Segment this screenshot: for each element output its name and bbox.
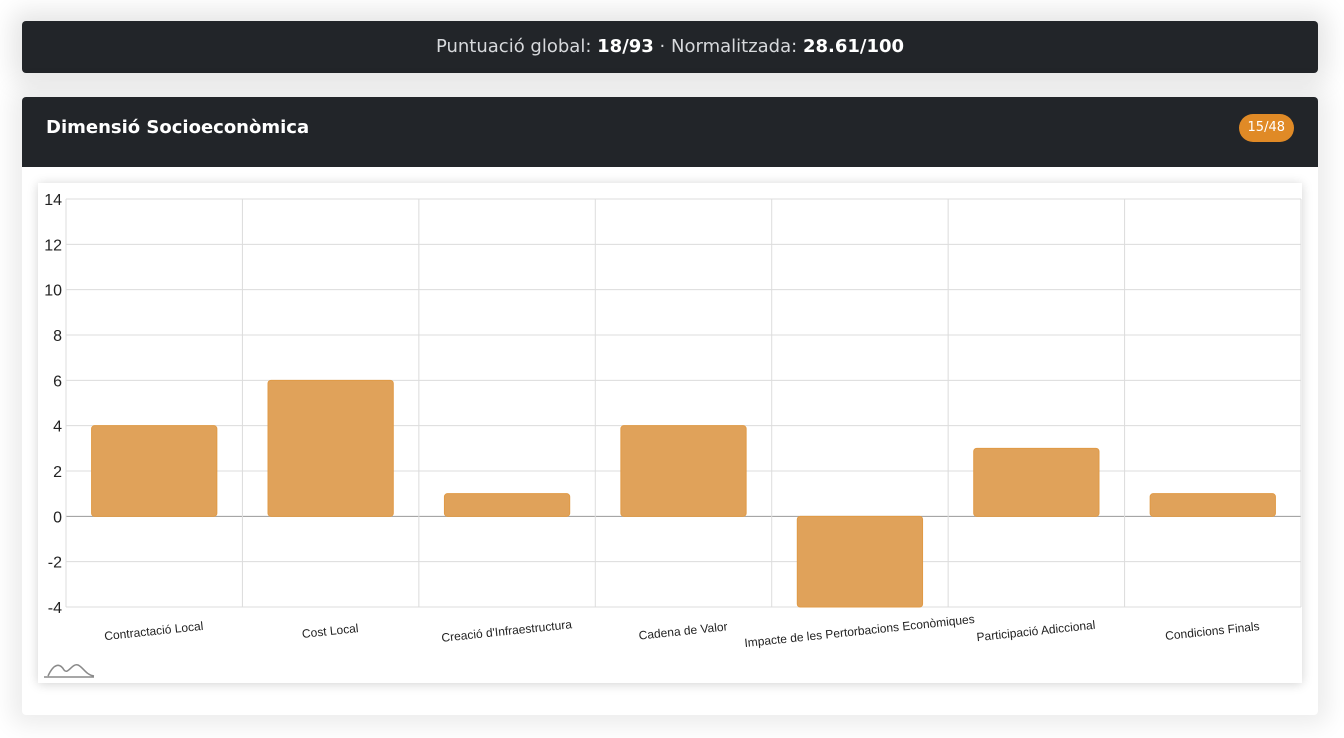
bar bbox=[620, 425, 747, 517]
y-tick-label: 10 bbox=[44, 283, 62, 300]
separator-dot: · bbox=[659, 36, 666, 57]
dimension-card-header: Dimensió Socioeconòmica 15/48 bbox=[22, 97, 1318, 167]
y-tick-label: 4 bbox=[53, 419, 62, 436]
global-score-label: Puntuació global: bbox=[435, 36, 592, 57]
y-tick-label: 14 bbox=[44, 192, 62, 209]
mountain-line-logo-icon bbox=[44, 664, 95, 678]
x-tick-label: Condicions Finals bbox=[1165, 619, 1261, 643]
x-tick-label: Impacte de les Pertorbacions Econòmiques bbox=[744, 612, 976, 650]
y-tick-label: 8 bbox=[53, 328, 62, 345]
y-tick-label: 0 bbox=[53, 509, 62, 526]
y-tick-label: -2 bbox=[48, 555, 62, 572]
x-tick-label: Participació Adiccional bbox=[976, 618, 1096, 644]
dimension-title: Dimensió Socioeconòmica bbox=[46, 117, 310, 138]
bar bbox=[1149, 493, 1276, 517]
y-tick-label: 12 bbox=[44, 237, 62, 254]
bar-chart-container: 14 12 10 8 6 4 2 0 -2 -4 Contractació Local Cost Lo… bbox=[38, 183, 1302, 683]
x-tick-label: Contractació Local bbox=[104, 619, 204, 643]
y-tick-label: -4 bbox=[48, 600, 62, 617]
normalized-score-label: Normalitzada: bbox=[671, 36, 798, 57]
bar bbox=[267, 379, 394, 517]
score-summary-bar: Puntuació global: 18/93 · Normalitzada: … bbox=[22, 21, 1318, 73]
bar bbox=[91, 425, 218, 517]
x-tick-label: Cost Local bbox=[301, 621, 359, 641]
y-tick-label: 6 bbox=[53, 373, 62, 390]
x-tick-label: Creació d'Infraestructura bbox=[441, 617, 573, 645]
global-score-value: 18/93 bbox=[597, 36, 654, 57]
bar bbox=[796, 515, 924, 608]
bar bbox=[973, 447, 1100, 517]
normalized-score-value: 28.61/100 bbox=[802, 36, 905, 57]
dimension-score-badge: 15/48 bbox=[1238, 114, 1294, 142]
bar-chart: 14 12 10 8 6 4 2 0 -2 -4 Contractació Local Cost Lo… bbox=[44, 192, 1302, 678]
y-tick-label: 2 bbox=[53, 464, 62, 481]
x-tick-label: Cadena de Valor bbox=[638, 619, 728, 642]
bar bbox=[443, 493, 571, 517]
